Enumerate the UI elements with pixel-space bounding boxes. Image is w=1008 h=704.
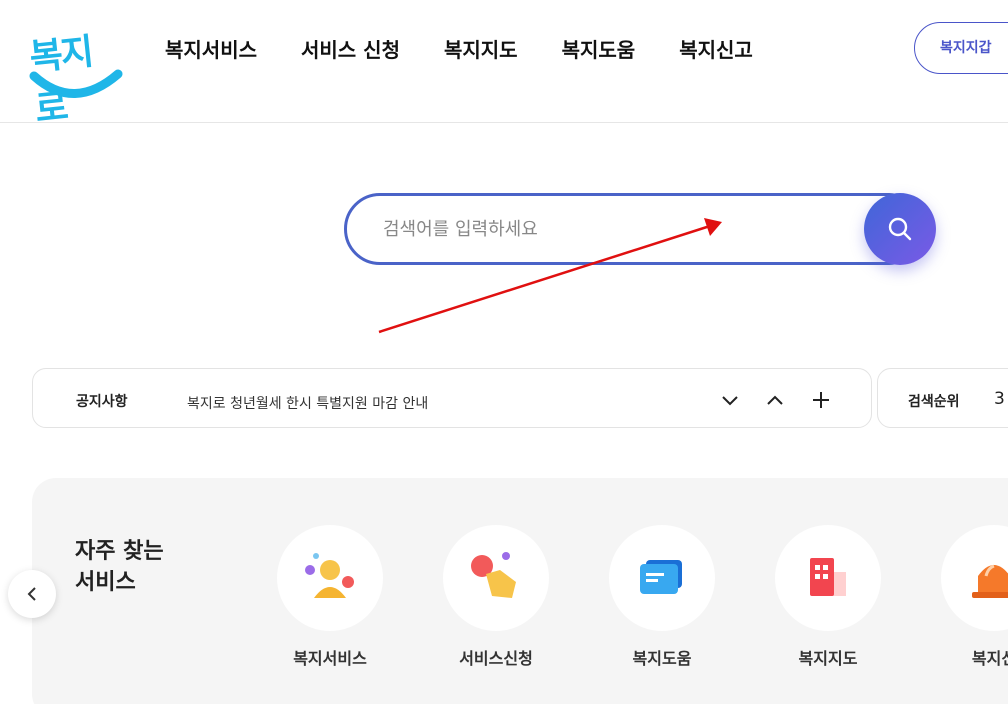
service-item-welfare-report[interactable]: 복지신: [941, 525, 1008, 669]
chat-note-icon: [640, 560, 682, 594]
chevron-left-icon: [27, 587, 36, 601]
nav-item-welfare-report[interactable]: 복지신고: [679, 34, 753, 63]
search-icon: [888, 217, 912, 241]
site-header: 복지로 복지서비스 서비스 신청 복지지도 복지도움 복지신고 복지지갑: [0, 0, 1008, 131]
chevron-down-icon[interactable]: [719, 389, 741, 411]
logo[interactable]: 복지로: [28, 20, 124, 131]
service-item-service-apply[interactable]: 서비스신청: [443, 525, 549, 669]
service-item-welfare-help[interactable]: 복지도움: [609, 525, 715, 669]
search-button[interactable]: [864, 193, 936, 265]
plus-icon[interactable]: [810, 389, 832, 411]
logo-smile-icon: [29, 69, 123, 98]
nav-item-welfare-help[interactable]: 복지도움: [562, 34, 636, 63]
nav-item-welfare-map[interactable]: 복지지도: [444, 34, 518, 63]
carousel-prev-button[interactable]: [8, 570, 56, 618]
main-nav: 복지서비스 서비스 신청 복지지도 복지도움 복지신고: [165, 34, 797, 63]
tap-hand-icon: [471, 552, 516, 598]
siren-icon: [972, 564, 1008, 598]
annotation-arrow-icon: [378, 218, 722, 334]
building-icon: [810, 558, 846, 596]
ranking-number: 3: [994, 389, 1005, 409]
search-ranking-bar: 검색순위 3: [877, 368, 1008, 428]
ranking-label: 검색순위: [908, 394, 960, 410]
chevron-up-icon[interactable]: [764, 389, 786, 411]
service-item-welfare-service[interactable]: 복지서비스: [277, 525, 383, 669]
service-item-welfare-map[interactable]: 복지지도: [775, 525, 881, 669]
notice-bar: 공지사항 복지로 청년월세 한시 특별지원 마감 안내: [32, 368, 872, 428]
welfare-wallet-button[interactable]: 복지지갑: [914, 22, 1008, 74]
nav-item-service-apply[interactable]: 서비스 신청: [301, 34, 400, 63]
notice-text[interactable]: 복지로 청년월세 한시 특별지원 마감 안내: [187, 393, 428, 413]
notice-label: 공지사항: [76, 394, 128, 410]
nav-item-welfare-service[interactable]: 복지서비스: [165, 34, 257, 63]
person-icon: [305, 553, 354, 598]
frequent-services-title: 자주 찾는 서비스: [75, 539, 164, 595]
